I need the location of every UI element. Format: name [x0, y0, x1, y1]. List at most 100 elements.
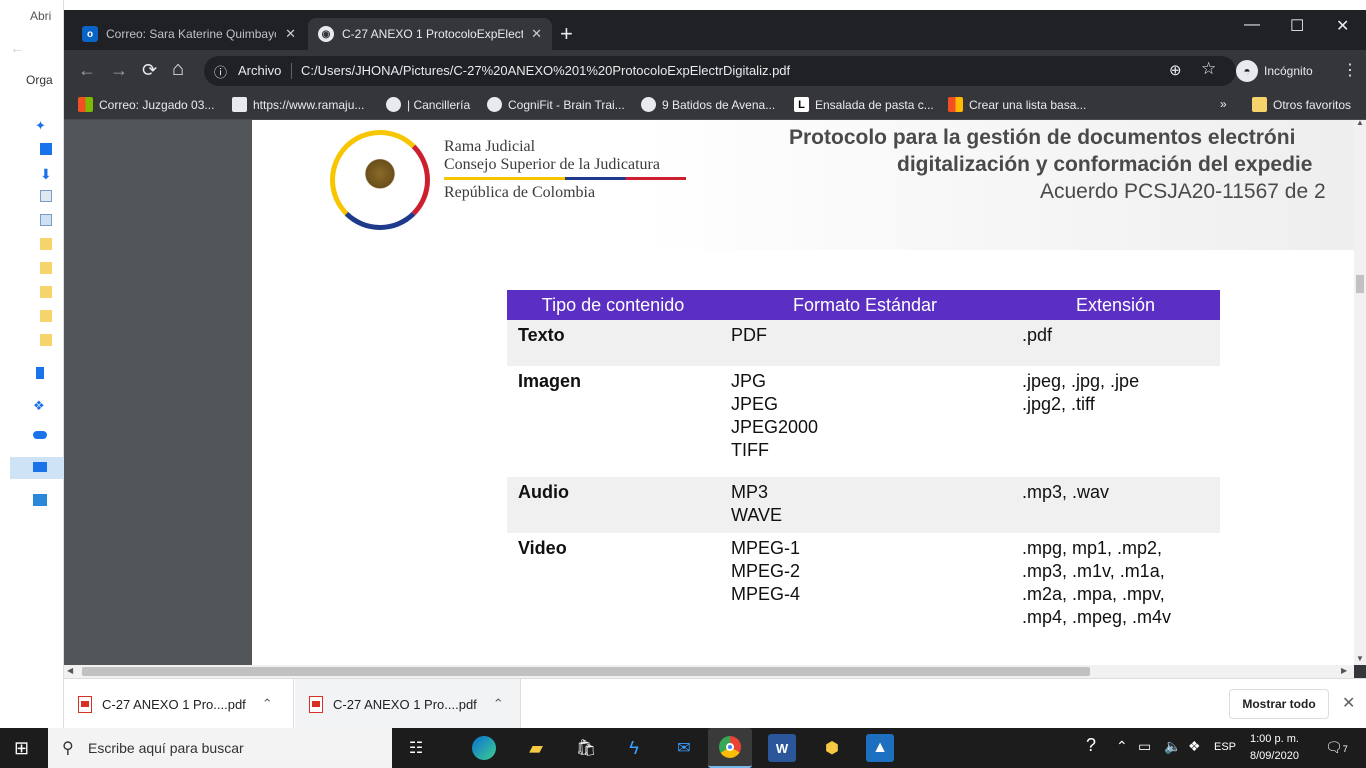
- formats-table: Tipo de contenido Formato Estándar Exten…: [507, 290, 1220, 629]
- reload-button[interactable]: ⟳: [142, 60, 157, 81]
- vertical-scrollbar[interactable]: ▲ ▼: [1354, 118, 1366, 665]
- bookmark-item[interactable]: CogniFit - Brain Trai...: [487, 97, 625, 112]
- security-key-icon[interactable]: ⬢: [818, 734, 846, 762]
- address-bar[interactable]: ⓘ Archivo C:/Users/JHONA/Pictures/C-27%2…: [204, 56, 1236, 86]
- language-indicator[interactable]: ESP: [1214, 741, 1236, 753]
- close-tab-icon[interactable]: ✕: [285, 26, 296, 42]
- download-filename: C-27 ANEXO 1 Pro....pdf: [102, 696, 246, 712]
- dropbox-icon[interactable]: ❖: [1188, 738, 1201, 755]
- photos-icon[interactable]: ▲: [866, 734, 894, 762]
- new-tab-button[interactable]: +: [560, 21, 573, 47]
- column-header: Formato Estándar: [719, 290, 1011, 320]
- scroll-up-arrow-icon[interactable]: ▲: [1356, 118, 1364, 127]
- url-text[interactable]: C:/Users/JHONA/Pictures/C-27%20ANEXO%201…: [301, 63, 790, 78]
- format-cell: PDF: [719, 320, 1011, 366]
- download-item[interactable]: C-27 ANEXO 1 Pro....pdf ⌃: [64, 679, 294, 729]
- folder-icon[interactable]: [40, 334, 52, 346]
- info-icon[interactable]: ⓘ: [214, 62, 227, 81]
- forward-button[interactable]: →: [110, 60, 128, 81]
- browser-menu-button[interactable]: ⋮: [1342, 60, 1358, 80]
- tab-outlook-mail[interactable]: o Correo: Sara Katerine Quimbayo ✕: [72, 18, 306, 50]
- scrollbar-thumb[interactable]: [82, 667, 1090, 676]
- bookmark-label: CogniFit - Brain Trai...: [508, 97, 625, 112]
- computer-icon[interactable]: [33, 462, 47, 472]
- bookmark-item[interactable]: | Cancillería: [386, 97, 470, 112]
- edge-icon[interactable]: [472, 736, 496, 760]
- content-type-cell: Texto: [507, 320, 719, 366]
- folder-icon[interactable]: [40, 286, 52, 298]
- back-button[interactable]: ←: [78, 60, 96, 81]
- bookmark-label: Ensalada de pasta c...: [815, 97, 934, 112]
- horizontal-scrollbar[interactable]: ◀ ▶: [64, 665, 1354, 678]
- bookmark-item[interactable]: Correo: Juzgado 03...: [78, 97, 214, 112]
- pin-icon[interactable]: ✦: [35, 118, 47, 133]
- clock-date: 8/09/2020: [1250, 750, 1299, 762]
- chevron-up-icon[interactable]: ⌃: [1116, 738, 1128, 755]
- maximize-button[interactable]: ☐: [1290, 16, 1304, 36]
- chevron-up-icon[interactable]: ⌃: [493, 696, 504, 712]
- scroll-down-arrow-icon[interactable]: ▼: [1356, 654, 1364, 663]
- bookmark-item[interactable]: https://www.ramaju...: [232, 97, 364, 112]
- extension-cell: .mpg, mp1, .mp2, .mp3, .m1v, .m1a, .m2a,…: [1022, 538, 1172, 627]
- downloads-folder-icon[interactable]: ⬇: [40, 166, 52, 182]
- volume-icon[interactable]: 🔈: [1164, 738, 1181, 755]
- word-icon[interactable]: W: [768, 734, 796, 762]
- chrome-taskbar-button[interactable]: [708, 728, 752, 768]
- building-icon[interactable]: [36, 367, 44, 379]
- minimize-button[interactable]: —: [1244, 16, 1260, 34]
- zoom-icon[interactable]: ⊕: [1169, 61, 1182, 79]
- pictures-folder-icon[interactable]: [40, 214, 52, 226]
- org-line-2: Consejo Superior de la Judicatura: [444, 156, 660, 173]
- bookmark-item[interactable]: 9 Batidos de Avena...: [641, 97, 775, 112]
- chrome-icon: [719, 736, 741, 758]
- content-type-cell: Video: [518, 538, 567, 558]
- folder-icon[interactable]: [40, 262, 52, 274]
- pdf-page: Rama Judicial Consejo Superior de la Jud…: [252, 120, 1354, 665]
- clock[interactable]: 1:00 p. m. 8/09/2020: [1250, 731, 1299, 765]
- page-icon: [232, 97, 247, 112]
- bookmark-item[interactable]: Crear una lista basa...: [948, 97, 1086, 112]
- desktop-folder-icon[interactable]: [40, 143, 52, 155]
- windows-start-icon[interactable]: ⊞: [14, 738, 29, 759]
- extension-cell: .pdf: [1011, 320, 1220, 366]
- help-icon[interactable]: ?: [1086, 735, 1096, 756]
- scroll-right-arrow-icon[interactable]: ▶: [1341, 666, 1347, 675]
- notifications-icon[interactable]: 🗨7: [1325, 739, 1348, 756]
- chevron-up-icon[interactable]: ⌃: [262, 696, 273, 712]
- bookmark-item[interactable]: L Ensalada de pasta c...: [794, 97, 934, 112]
- folder-icon[interactable]: [40, 310, 52, 322]
- documents-folder-icon[interactable]: [40, 190, 52, 202]
- folder-icon[interactable]: [40, 238, 52, 250]
- pdf-viewer: Rama Judicial Consejo Superior de la Jud…: [64, 120, 1354, 665]
- network-icon[interactable]: [33, 494, 47, 506]
- globe-icon: [487, 97, 502, 112]
- tab-pdf-document[interactable]: ◉ C-27 ANEXO 1 ProtocoloExpElect ✕: [308, 18, 552, 50]
- task-view-icon[interactable]: ☷: [402, 734, 430, 762]
- onedrive-icon[interactable]: [33, 431, 47, 439]
- globe-icon: [386, 97, 401, 112]
- other-favorites-folder[interactable]: Otros favoritos: [1252, 97, 1351, 112]
- scrollbar-thumb[interactable]: [1356, 275, 1364, 293]
- bookmark-label: 9 Batidos de Avena...: [662, 97, 776, 112]
- back-arrow-icon[interactable]: ←: [10, 40, 24, 56]
- show-all-downloads-button[interactable]: Mostrar todo: [1229, 689, 1329, 719]
- file-explorer-icon[interactable]: ▰: [522, 734, 550, 762]
- scroll-left-arrow-icon[interactable]: ◀: [67, 666, 73, 675]
- taskbar-search-box[interactable]: ⚲ Escribe aquí para buscar: [48, 728, 392, 768]
- store-icon[interactable]: 🛍: [572, 734, 600, 762]
- format-cell: MP3 WAVE: [719, 477, 1011, 533]
- close-window-button[interactable]: ✕: [1336, 16, 1349, 36]
- bookmark-star-icon[interactable]: ☆: [1201, 59, 1216, 79]
- bookmarks-overflow-button[interactable]: »: [1220, 97, 1227, 111]
- mail-icon[interactable]: ✉: [670, 734, 698, 762]
- home-button[interactable]: ⌂: [172, 58, 184, 81]
- download-item[interactable]: C-27 ANEXO 1 Pro....pdf ⌃: [295, 679, 521, 729]
- close-tab-icon[interactable]: ✕: [531, 26, 542, 42]
- close-downloads-bar-icon[interactable]: ✕: [1342, 693, 1355, 713]
- battery-icon[interactable]: ▭: [1138, 738, 1151, 755]
- dropbox-icon[interactable]: ❖: [33, 398, 45, 413]
- document-title-line-3: Acuerdo PCSJA20-11567 de 2: [1040, 180, 1326, 203]
- incognito-indicator[interactable]: ◓ Incógnito: [1236, 56, 1313, 86]
- explorer-organize-menu[interactable]: Orga: [26, 73, 53, 87]
- app-bolt-icon[interactable]: ϟ: [620, 734, 648, 762]
